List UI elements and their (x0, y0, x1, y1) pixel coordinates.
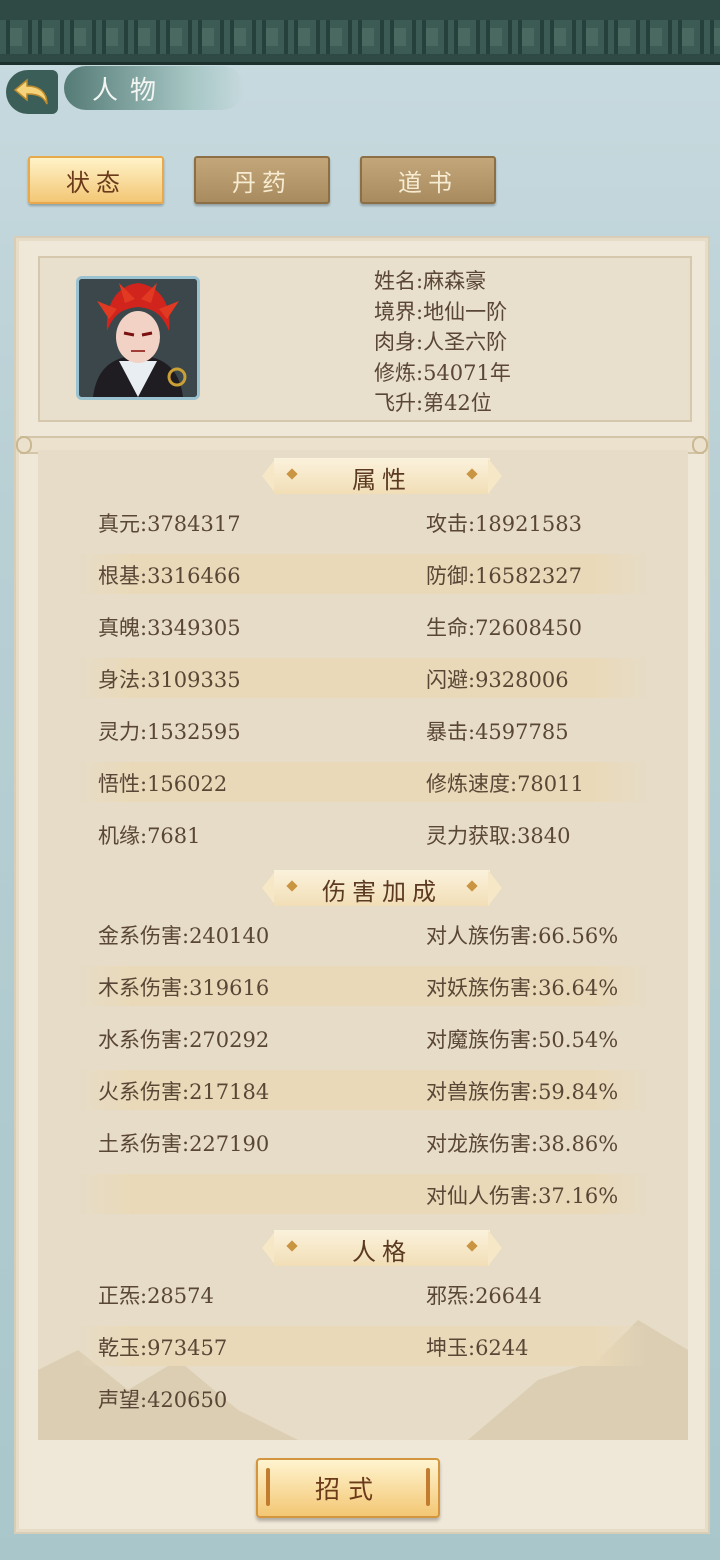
stat-right: 对仙人伤害:37.16% (426, 1184, 619, 1208)
body-label: 肉身:人圣六阶 (374, 330, 508, 354)
tab-books[interactable]: 道书 (360, 156, 496, 204)
character-portrait-icon (79, 279, 197, 397)
profile-card: 姓名:麻森豪 境界:地仙一阶 肉身:人圣六阶 修炼:54071年 飞升:第42位 (38, 256, 692, 422)
stat-row: 水系伤害:270292 对魔族伤害:50.54% (78, 1018, 648, 1058)
stat-left: 水系伤害:270292 (98, 1028, 270, 1052)
stat-row: 土系伤害:227190 对龙族伤害:38.86% (78, 1122, 648, 1162)
stat-right: 灵力获取:3840 (426, 824, 571, 848)
skills-button[interactable]: 招式 (256, 1458, 440, 1518)
page-title: 人物 (92, 76, 169, 106)
stat-right: 生命:72608450 (426, 616, 582, 640)
stat-right: 坤玉:6244 (426, 1336, 529, 1360)
tab-status[interactable]: 状态 (28, 156, 164, 204)
ascension-label: 飞升:第42位 (374, 391, 492, 415)
back-arrow-icon (13, 78, 48, 105)
skills-button-label: 招式 (314, 1475, 381, 1504)
stat-left: 正炁:28574 (98, 1284, 214, 1308)
stat-right: 对龙族伤害:38.86% (426, 1132, 619, 1156)
character-panel: 姓名:麻森豪 境界:地仙一阶 肉身:人圣六阶 修炼:54071年 飞升:第42位… (14, 236, 710, 1534)
section-header-damage: 伤害加成 (262, 868, 502, 908)
stat-row: 身法:3109335 闪避:9328006 (78, 658, 648, 698)
stat-left: 土系伤害:227190 (98, 1132, 270, 1156)
stat-left: 金系伤害:240140 (98, 924, 270, 948)
stat-right: 邪炁:26644 (426, 1284, 542, 1308)
stat-row: 对仙人伤害:37.16% (78, 1174, 648, 1214)
stat-row: 根基:3316466 防御:16582327 (78, 554, 648, 594)
stat-row: 机缘:7681 灵力获取:3840 (78, 814, 648, 854)
stat-row: 声望:420650 (78, 1378, 648, 1418)
button-right-cap (426, 1468, 430, 1506)
stat-row: 火系伤害:217184 对兽族伤害:59.84% (78, 1070, 648, 1110)
back-button[interactable] (6, 70, 58, 114)
stat-left: 根基:3316466 (98, 564, 241, 588)
stat-row: 乾玉:973457 坤玉:6244 (78, 1326, 648, 1366)
section-header-attributes: 属性 (262, 456, 502, 496)
stat-right: 对兽族伤害:59.84% (426, 1080, 619, 1104)
stat-row: 正炁:28574 邪炁:26644 (78, 1274, 648, 1314)
stat-row: 真元:3784317 攻击:18921583 (78, 502, 648, 542)
stat-left: 火系伤害:217184 (98, 1080, 270, 1104)
stat-left: 机缘:7681 (98, 824, 201, 848)
stat-right: 防御:16582327 (426, 564, 582, 588)
name-label: 姓名:麻森豪 (374, 269, 487, 293)
stat-right: 对妖族伤害:36.64% (426, 976, 619, 1000)
section-title: 属性 (352, 466, 412, 494)
top-ornament-band (0, 0, 720, 65)
tab-pills[interactable]: 丹药 (194, 156, 330, 204)
button-left-cap (266, 1468, 270, 1506)
cultivation-label: 修炼:54071年 (374, 360, 511, 385)
stat-right: 修炼速度:78011 (426, 772, 584, 796)
realm-label: 境界:地仙一阶 (374, 299, 508, 324)
section-header-personality: 人格 (262, 1228, 502, 1268)
stat-left: 身法:3109335 (98, 668, 241, 692)
stat-row: 灵力:1532595 暴击:4597785 (78, 710, 648, 750)
stat-row: 金系伤害:240140 对人族伤害:66.56% (78, 914, 648, 954)
stat-row: 真魄:3349305 生命:72608450 (78, 606, 648, 646)
stat-left: 乾玉:973457 (98, 1336, 228, 1360)
section-title: 人格 (352, 1238, 412, 1266)
stat-right: 对人族伤害:66.56% (426, 924, 619, 948)
header: 人物 (0, 62, 720, 118)
section-title: 伤害加成 (322, 878, 442, 906)
stat-left: 真元:3784317 (98, 512, 241, 536)
profile-info: 姓名:麻森豪 境界:地仙一阶 肉身:人圣六阶 修炼:54071年 飞升:第42位 (374, 266, 511, 419)
stat-row: 悟性:156022 修炼速度:78011 (78, 762, 648, 802)
stat-right: 暴击:4597785 (426, 720, 569, 744)
stat-row: 木系伤害:319616 对妖族伤害:36.64% (78, 966, 648, 1006)
stats-scroll-area[interactable]: 属性 真元:3784317 攻击:18921583 根基:3316466 防御:… (38, 450, 688, 1440)
stat-right: 对魔族伤害:50.54% (426, 1028, 619, 1052)
tab-bar: 状态 丹药 道书 (0, 152, 720, 204)
stat-right: 攻击:18921583 (426, 512, 582, 536)
fret-pattern (0, 20, 720, 54)
stat-right: 闪避:9328006 (426, 668, 569, 692)
stat-left: 灵力:1532595 (98, 720, 241, 744)
stat-left: 真魄:3349305 (98, 616, 241, 640)
stat-left: 木系伤害:319616 (98, 976, 270, 1000)
stat-left: 悟性:156022 (98, 772, 228, 796)
avatar[interactable] (76, 276, 200, 400)
stat-left: 声望:420650 (98, 1388, 228, 1412)
